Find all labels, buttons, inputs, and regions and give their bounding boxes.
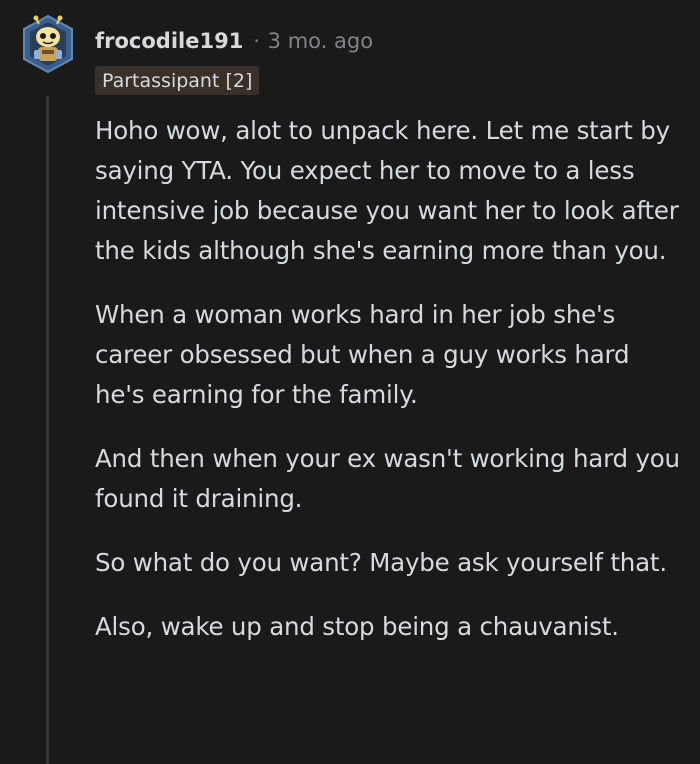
timestamp-link[interactable]: 3 mo. ago bbox=[268, 29, 373, 53]
user-flair-badge: Partassipant [2] bbox=[95, 66, 260, 95]
comment-paragraph: And then when your ex wasn't working har… bbox=[95, 444, 680, 513]
snoo-avatar-icon[interactable] bbox=[22, 14, 74, 74]
meta-separator: · bbox=[253, 29, 260, 53]
comment-paragraph: When a woman works hard in her job she's… bbox=[95, 300, 630, 409]
comment-paragraph: So what do you want? Maybe ask yourself … bbox=[95, 548, 667, 577]
comment-meta: frocodile191 · 3 mo. ago bbox=[95, 26, 373, 56]
comment: frocodile191 · 3 mo. ago Partassipant [2… bbox=[0, 0, 700, 764]
comment-paragraph: Also, wake up and stop being a chauvanis… bbox=[95, 612, 619, 641]
username-link[interactable]: frocodile191 bbox=[95, 29, 243, 53]
thread-collapse-line[interactable] bbox=[46, 96, 49, 764]
comment-body: Hoho wow, alot to unpack here. Let me st… bbox=[95, 111, 685, 671]
comment-paragraph: Hoho wow, alot to unpack here. Let me st… bbox=[95, 116, 679, 265]
